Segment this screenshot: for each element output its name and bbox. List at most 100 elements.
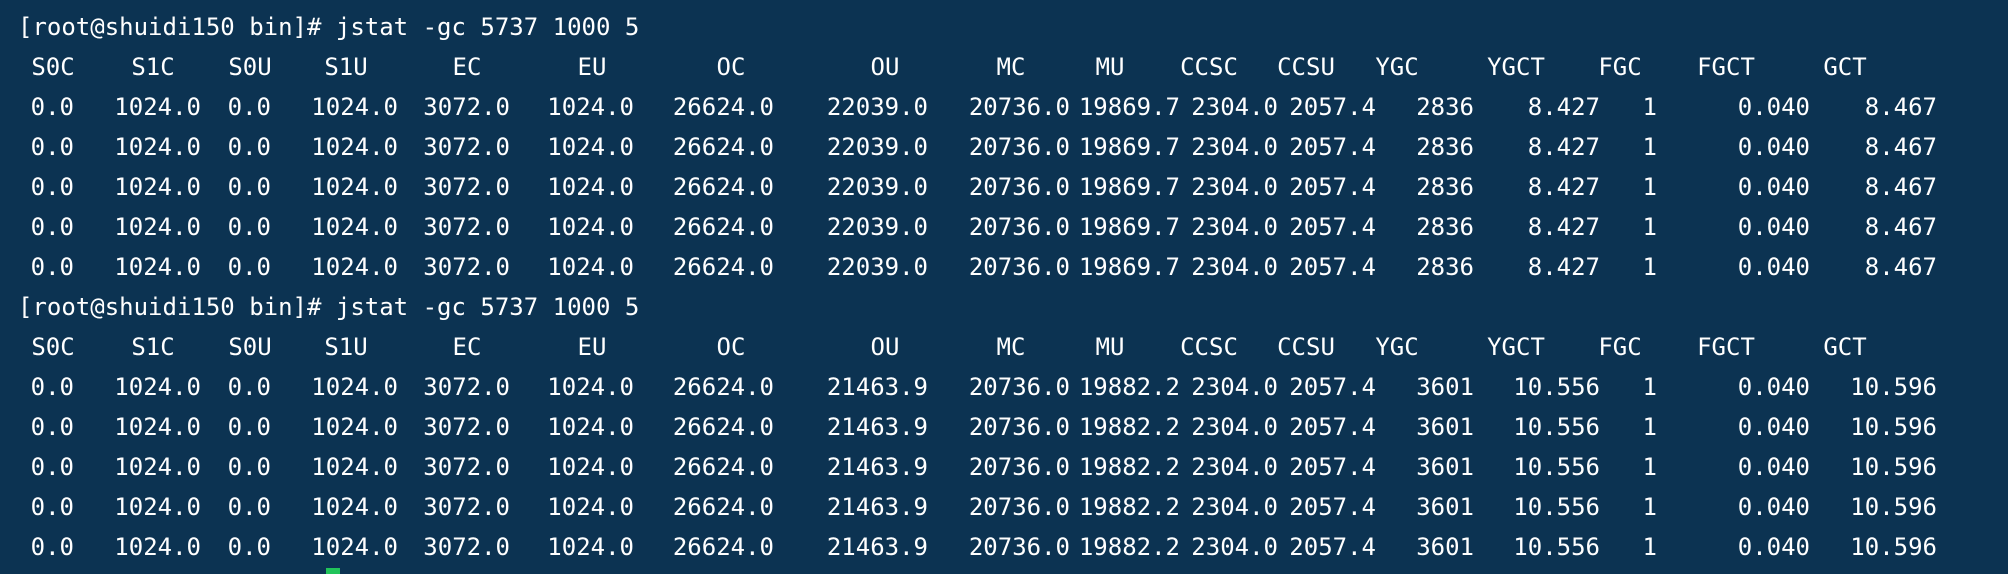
data-row: 0.0 1024.0 0.0 1024.0 3072.0 1024.0 26624.0 214… xyxy=(0,487,2008,527)
column-header: MC xyxy=(996,53,1026,81)
column-header: YGC xyxy=(1375,333,1419,361)
data-cell: 1024.0 xyxy=(311,533,398,561)
data-cell: 8.467 xyxy=(1864,173,1937,201)
data-cell: 21463.9 xyxy=(826,413,928,441)
data-cell: 2304.0 xyxy=(1191,133,1278,161)
terminal-window[interactable]: [root@shuidi150 bin]# jstat -gc 5737 100… xyxy=(0,0,2008,574)
column-header: CCSU xyxy=(1277,333,1335,361)
data-cell: 10.596 xyxy=(1850,413,1937,441)
data-cell: 1024.0 xyxy=(311,413,398,441)
data-cell: 8.467 xyxy=(1864,93,1937,121)
data-cell: 1024.0 xyxy=(547,493,634,521)
data-cell: 1024.0 xyxy=(547,413,634,441)
data-cell: 8.467 xyxy=(1864,253,1937,281)
data-cell: 19882.2 xyxy=(1078,533,1180,561)
data-cell: 1024.0 xyxy=(547,373,634,401)
data-cell: 1 xyxy=(1642,533,1657,561)
data-cell: 1024.0 xyxy=(114,413,201,441)
data-cell: 0.040 xyxy=(1737,173,1810,201)
data-cell: 3072.0 xyxy=(423,413,510,441)
data-cell: 8.427 xyxy=(1527,133,1600,161)
data-cell: 0.0 xyxy=(30,213,74,241)
data-cell: 3072.0 xyxy=(423,533,510,561)
data-cell: 1024.0 xyxy=(547,213,634,241)
data-cell: 26624.0 xyxy=(672,453,774,481)
data-cell: 0.0 xyxy=(30,373,74,401)
data-cell: 0.040 xyxy=(1737,253,1810,281)
data-cell: 20736.0 xyxy=(968,533,1070,561)
data-cell: 0.040 xyxy=(1737,533,1810,561)
column-header: YGCT xyxy=(1487,333,1545,361)
data-cell: 26624.0 xyxy=(672,493,774,521)
data-cell: 1024.0 xyxy=(114,173,201,201)
data-cell: 1 xyxy=(1642,413,1657,441)
data-cell: 26624.0 xyxy=(672,133,774,161)
column-header: S0U xyxy=(228,333,272,361)
data-cell: 20736.0 xyxy=(968,93,1070,121)
data-cell: 1024.0 xyxy=(114,373,201,401)
data-cell: 1024.0 xyxy=(547,533,634,561)
column-header: EC xyxy=(452,53,482,81)
data-cell: 1024.0 xyxy=(547,133,634,161)
column-header: OC xyxy=(716,53,746,81)
data-cell: 2836 xyxy=(1416,133,1474,161)
data-cell: 1024.0 xyxy=(114,453,201,481)
data-row: 0.0 1024.0 0.0 1024.0 3072.0 1024.0 26624.0 220… xyxy=(0,247,2008,287)
data-cell: 8.427 xyxy=(1527,173,1600,201)
column-header: GCT xyxy=(1823,333,1867,361)
data-cell: 20736.0 xyxy=(968,133,1070,161)
data-cell: 10.556 xyxy=(1513,413,1600,441)
data-cell: 0.0 xyxy=(227,253,271,281)
data-row: 0.0 1024.0 0.0 1024.0 3072.0 1024.0 26624.0 214… xyxy=(0,407,2008,447)
data-cell: 3601 xyxy=(1416,453,1474,481)
data-cell: 8.427 xyxy=(1527,213,1600,241)
data-cell: 20736.0 xyxy=(968,173,1070,201)
data-cell: 26624.0 xyxy=(672,413,774,441)
data-cell: 3072.0 xyxy=(423,373,510,401)
data-cell: 1024.0 xyxy=(547,93,634,121)
data-cell: 1024.0 xyxy=(311,93,398,121)
data-cell: 22039.0 xyxy=(826,213,928,241)
data-cell: 1024.0 xyxy=(547,173,634,201)
data-cell: 0.0 xyxy=(30,493,74,521)
data-cell: 1 xyxy=(1642,453,1657,481)
column-header: S0U xyxy=(228,53,272,81)
data-cell: 26624.0 xyxy=(672,533,774,561)
data-cell: 21463.9 xyxy=(826,373,928,401)
data-row: 0.0 1024.0 0.0 1024.0 3072.0 1024.0 26624.0 214… xyxy=(0,447,2008,487)
column-header: YGC xyxy=(1375,53,1419,81)
data-cell: 3072.0 xyxy=(423,133,510,161)
data-cell: 0.0 xyxy=(30,93,74,121)
data-cell: 1024.0 xyxy=(114,493,201,521)
data-cell: 1 xyxy=(1642,133,1657,161)
data-cell: 10.556 xyxy=(1513,533,1600,561)
column-header: MC xyxy=(996,333,1026,361)
data-cell: 19869.7 xyxy=(1078,253,1180,281)
data-cell: 2304.0 xyxy=(1191,373,1278,401)
column-header: CCSC xyxy=(1180,53,1238,81)
data-row: 0.0 1024.0 0.0 1024.0 3072.0 1024.0 26624.0 220… xyxy=(0,167,2008,207)
data-cell: 8.427 xyxy=(1527,93,1600,121)
column-header: S0C xyxy=(31,53,75,81)
data-cell: 0.0 xyxy=(227,493,271,521)
terminal-cursor xyxy=(326,568,340,574)
data-row: 0.0 1024.0 0.0 1024.0 3072.0 1024.0 26624.0 214… xyxy=(0,527,2008,567)
data-cell: 2057.4 xyxy=(1289,373,1376,401)
data-cell: 20736.0 xyxy=(968,373,1070,401)
data-cell: 1 xyxy=(1642,373,1657,401)
data-cell: 0.040 xyxy=(1737,373,1810,401)
data-cell: 0.040 xyxy=(1737,413,1810,441)
data-cell: 22039.0 xyxy=(826,253,928,281)
data-row: 0.0 1024.0 0.0 1024.0 3072.0 1024.0 26624.0 214… xyxy=(0,367,2008,407)
data-cell: 2304.0 xyxy=(1191,93,1278,121)
data-cell: 3072.0 xyxy=(423,93,510,121)
data-cell: 19882.2 xyxy=(1078,373,1180,401)
data-cell: 10.556 xyxy=(1513,453,1600,481)
data-cell: 2836 xyxy=(1416,213,1474,241)
data-cell: 19869.7 xyxy=(1078,133,1180,161)
data-cell: 8.467 xyxy=(1864,133,1937,161)
data-cell: 3072.0 xyxy=(423,173,510,201)
data-cell: 2304.0 xyxy=(1191,493,1278,521)
data-cell: 2836 xyxy=(1416,93,1474,121)
data-cell: 0.0 xyxy=(30,533,74,561)
